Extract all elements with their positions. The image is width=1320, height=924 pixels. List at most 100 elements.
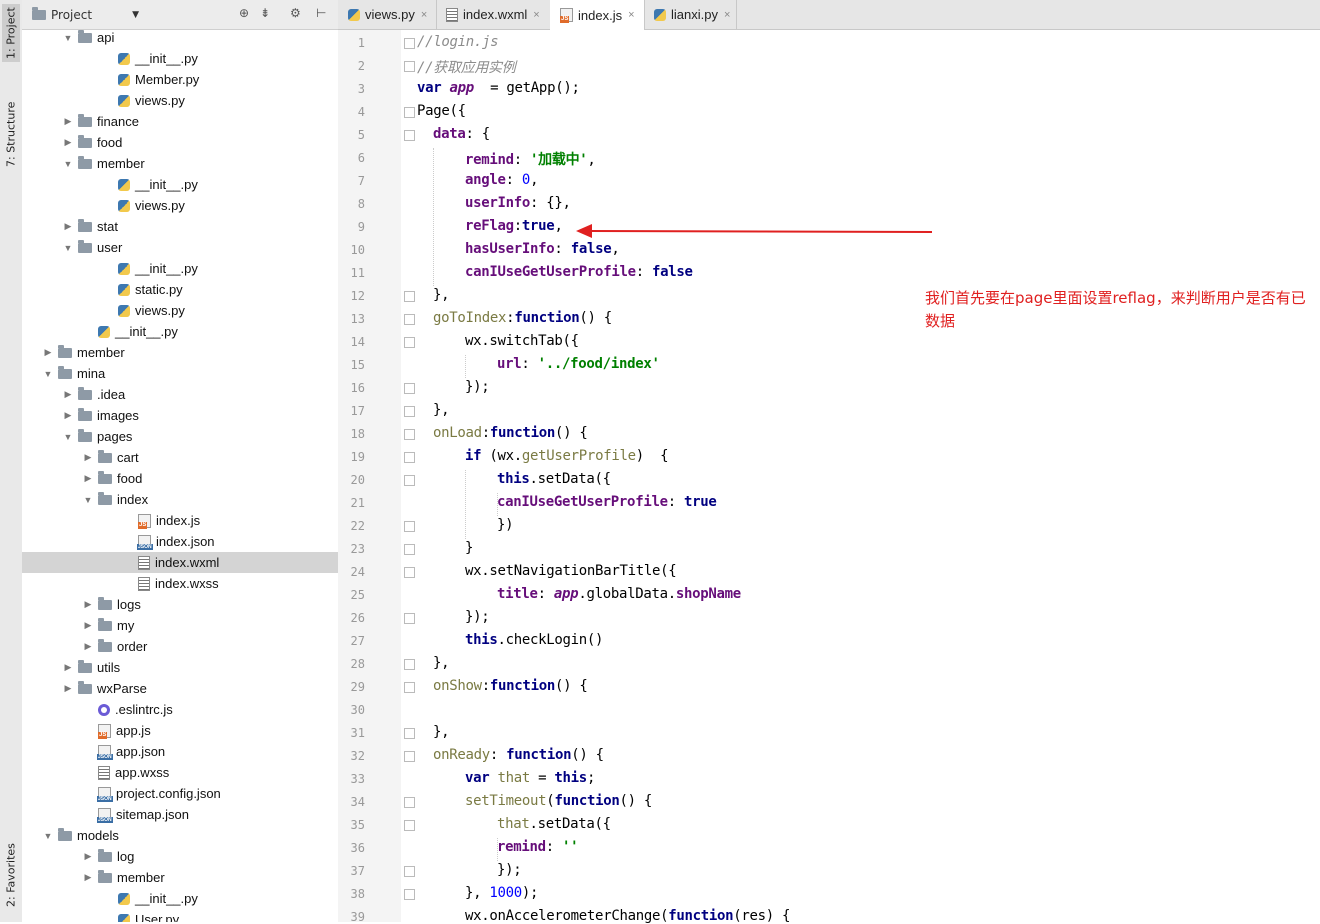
tree-file[interactable]: Member.py (22, 69, 338, 90)
fold-marker-icon[interactable] (404, 38, 415, 49)
tree-folder[interactable]: ▶ cart (22, 447, 338, 468)
fold-marker-icon[interactable] (404, 682, 415, 693)
tree-folder[interactable]: ▶ .idea (22, 384, 338, 405)
fold-marker-icon[interactable] (404, 659, 415, 670)
fold-marker-icon[interactable] (404, 751, 415, 762)
tree-file[interactable]: index.wxss (22, 573, 338, 594)
tree-folder[interactable]: ▼ api (22, 27, 338, 48)
expand-arrow-closed-icon[interactable]: ▶ (82, 620, 94, 631)
expand-arrow-closed-icon[interactable]: ▶ (42, 347, 54, 358)
expand-arrow-closed-icon[interactable]: ▶ (62, 389, 74, 400)
expand-arrow-closed-icon[interactable]: ▶ (82, 452, 94, 463)
fold-marker-icon[interactable] (404, 820, 415, 831)
expand-arrow-open-icon[interactable]: ▼ (62, 33, 74, 43)
tree-file[interactable]: .eslintrc.js (22, 699, 338, 720)
fold-marker-icon[interactable] (404, 475, 415, 486)
expand-arrow-closed-icon[interactable]: ▶ (62, 221, 74, 232)
tree-folder[interactable]: ▶ food (22, 132, 338, 153)
close-icon[interactable]: × (533, 9, 539, 21)
tree-file[interactable]: static.py (22, 279, 338, 300)
chevron-down-icon[interactable]: ▼ (132, 10, 139, 20)
tree-file[interactable]: project.config.json (22, 783, 338, 804)
tree-file[interactable]: app.json (22, 741, 338, 762)
tree-folder[interactable]: ▼ index (22, 489, 338, 510)
tree-folder[interactable]: ▶ log (22, 846, 338, 867)
fold-marker-icon[interactable] (404, 567, 415, 578)
close-icon[interactable]: × (724, 9, 730, 21)
expand-arrow-open-icon[interactable]: ▼ (42, 831, 54, 841)
stripe-tab-project[interactable]: 1: Project (2, 4, 20, 62)
tree-folder[interactable]: ▼ member (22, 153, 338, 174)
tree-file[interactable]: views.py (22, 195, 338, 216)
fold-marker-icon[interactable] (404, 728, 415, 739)
tree-folder[interactable]: ▼ pages (22, 426, 338, 447)
tree-folder[interactable]: ▼ models (22, 825, 338, 846)
tree-file[interactable]: views.py (22, 300, 338, 321)
fold-marker-icon[interactable] (404, 107, 415, 118)
fold-marker-icon[interactable] (404, 452, 415, 463)
gear-icon[interactable]: ⚙ (290, 6, 301, 20)
tree-file[interactable]: __init__.py (22, 258, 338, 279)
expand-arrow-closed-icon[interactable]: ▶ (82, 851, 94, 862)
expand-arrow-open-icon[interactable]: ▼ (62, 243, 74, 253)
tree-file[interactable]: views.py (22, 90, 338, 111)
close-icon[interactable]: × (628, 9, 634, 21)
fold-marker-icon[interactable] (404, 383, 415, 394)
tree-folder[interactable]: ▼ mina (22, 363, 338, 384)
editor-tab[interactable]: lianxi.py × (644, 0, 737, 29)
fold-marker-icon[interactable] (404, 314, 415, 325)
expand-arrow-closed-icon[interactable]: ▶ (62, 683, 74, 694)
tree-file[interactable]: __init__.py (22, 888, 338, 909)
tree-file[interactable]: index.js (22, 510, 338, 531)
tree-file[interactable]: User.py (22, 909, 338, 922)
tree-folder[interactable]: ▶ order (22, 636, 338, 657)
tree-folder[interactable]: ▶ member (22, 867, 338, 888)
fold-marker-icon[interactable] (404, 291, 415, 302)
tree-file[interactable]: sitemap.json (22, 804, 338, 825)
expand-arrow-closed-icon[interactable]: ▶ (82, 599, 94, 610)
expand-arrow-open-icon[interactable]: ▼ (62, 432, 74, 442)
expand-arrow-closed-icon[interactable]: ▶ (82, 641, 94, 652)
expand-arrow-closed-icon[interactable]: ▶ (62, 116, 74, 127)
expand-arrow-closed-icon[interactable]: ▶ (82, 473, 94, 484)
fold-marker-icon[interactable] (404, 613, 415, 624)
tree-folder[interactable]: ▶ food (22, 468, 338, 489)
expand-arrow-open-icon[interactable]: ▼ (42, 369, 54, 379)
tree-folder[interactable]: ▶ stat (22, 216, 338, 237)
fold-marker-icon[interactable] (404, 544, 415, 555)
fold-marker-icon[interactable] (404, 429, 415, 440)
editor-tab[interactable]: index.js × (550, 0, 645, 30)
fold-marker-icon[interactable] (404, 61, 415, 72)
tree-file[interactable]: __init__.py (22, 48, 338, 69)
tree-file[interactable]: index.json (22, 531, 338, 552)
expand-arrow-closed-icon[interactable]: ▶ (62, 137, 74, 148)
stripe-tab-favorites[interactable]: 2: Favorites (2, 832, 20, 918)
tree-folder[interactable]: ▼ user (22, 237, 338, 258)
fold-marker-icon[interactable] (404, 866, 415, 877)
expand-arrow-closed-icon[interactable]: ▶ (62, 410, 74, 421)
expand-arrow-open-icon[interactable]: ▼ (62, 159, 74, 169)
tree-file[interactable]: index.wxml (22, 552, 338, 573)
stripe-tab-structure[interactable]: 7: Structure (2, 92, 20, 176)
tree-file[interactable]: __init__.py (22, 174, 338, 195)
fold-marker-icon[interactable] (404, 130, 415, 141)
tree-file[interactable]: __init__.py (22, 321, 338, 342)
globe-icon[interactable]: ⊕ (239, 6, 249, 20)
tree-folder[interactable]: ▶ my (22, 615, 338, 636)
collapse-icon[interactable]: ⇟ (260, 6, 270, 20)
expand-arrow-open-icon[interactable]: ▼ (82, 495, 94, 505)
tree-file[interactable]: app.wxss (22, 762, 338, 783)
editor-tab[interactable]: index.wxml × (436, 0, 551, 29)
fold-marker-icon[interactable] (404, 797, 415, 808)
tree-folder[interactable]: ▶ member (22, 342, 338, 363)
expand-arrow-closed-icon[interactable]: ▶ (62, 662, 74, 673)
hide-icon[interactable]: ⊢ (316, 6, 326, 20)
close-icon[interactable]: × (421, 9, 427, 21)
tree-folder[interactable]: ▶ utils (22, 657, 338, 678)
editor-tab[interactable]: views.py × (338, 0, 437, 29)
expand-arrow-closed-icon[interactable]: ▶ (82, 872, 94, 883)
fold-marker-icon[interactable] (404, 337, 415, 348)
fold-marker-icon[interactable] (404, 406, 415, 417)
tree-folder[interactable]: ▶ images (22, 405, 338, 426)
tree-folder[interactable]: ▶ logs (22, 594, 338, 615)
